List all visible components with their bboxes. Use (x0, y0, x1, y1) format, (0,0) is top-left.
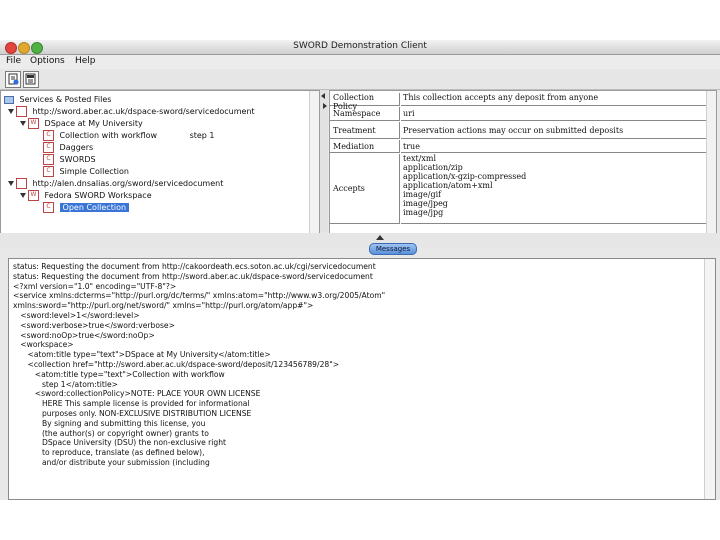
tree-collection-note: step 1 (189, 131, 215, 140)
tree-service-1-label: http://sword.aber.ac.uk/dspace-sword/ser… (32, 107, 255, 116)
menu-help[interactable]: Help (75, 56, 96, 66)
tree-root[interactable]: Services & Posted Files (4, 94, 111, 105)
menu-options[interactable]: Options (30, 56, 65, 66)
collection-properties-table: Collection Policy This collection accept… (329, 90, 717, 234)
tree-collection-label: Open Collection (59, 203, 130, 212)
messages-pane: status: Requesting the document from htt… (8, 258, 716, 500)
table-scrollbar[interactable] (706, 91, 716, 233)
expand-arrow-icon[interactable] (20, 121, 26, 126)
message-line: By signing and submitting this license, … (13, 418, 206, 428)
collection-icon: C (43, 202, 54, 213)
message-line: step 1</atom:title> (13, 379, 118, 389)
toolbar (0, 69, 720, 90)
message-line: <atom:title type="text">DSpace at My Uni… (13, 350, 271, 360)
collection-icon: C (43, 130, 54, 141)
tree-service-2[interactable]: http://alen.dnsalias.org/sword/servicedo… (16, 178, 223, 189)
post-button[interactable] (23, 71, 39, 88)
tree-workspace-1[interactable]: W DSpace at My University (28, 118, 143, 129)
workspace-icon: W (28, 118, 39, 129)
property-key: Mediation (330, 140, 400, 153)
property-value: Preservation actions may occur on submit… (401, 122, 714, 139)
property-key: Namespace (330, 107, 400, 121)
message-line: HERE This sample license is provided for… (13, 399, 250, 409)
property-value: uri (401, 107, 714, 121)
message-line: and/or distribute your submission (inclu… (13, 458, 210, 467)
splitter-arrows-icon (321, 93, 327, 109)
collection-icon: C (43, 142, 54, 153)
tree-workspace-1-label: DSpace at My University (44, 119, 143, 128)
message-line: xmlns:sword="http://purl.org/net/sword/"… (13, 301, 314, 311)
tree-collection-label: SWORDS (59, 155, 96, 164)
collection-icon: C (43, 154, 54, 165)
service-document-icon (16, 106, 27, 117)
message-line: status: Requesting the document from htt… (13, 271, 373, 281)
property-value: text/xml application/zip application/x-g… (401, 154, 714, 224)
expand-arrow-icon[interactable] (8, 109, 14, 114)
message-line: <workspace> (13, 340, 74, 350)
horizontal-splitter[interactable] (0, 233, 720, 247)
document-list-icon (25, 73, 36, 85)
message-line: (the author(s) or copyright owner) grant… (13, 428, 209, 438)
expand-arrow-icon[interactable] (20, 193, 26, 198)
property-value: This collection accepts any deposit from… (401, 93, 714, 106)
message-line: <sword:collectionPolicy>NOTE: PLACE YOUR… (13, 389, 261, 399)
message-line: <sword:level>1</sword:level> (13, 311, 140, 320)
message-line: <collection href="http://sword.aber.ac.u… (13, 360, 340, 369)
tree-collection[interactable]: C SWORDS (43, 154, 96, 165)
message-line: status: Requesting the document from htt… (13, 262, 376, 271)
tree-workspace-2-label: Fedora SWORD Workspace (44, 191, 152, 200)
message-line: <atom:title type="text">Collection with … (13, 369, 225, 379)
message-line: <sword:noOp>true</sword:noOp> (13, 330, 155, 340)
tree-collection[interactable]: C Daggers (43, 142, 93, 153)
tree-collection-label: Collection with workflow (59, 131, 158, 140)
menu-bar: File Options Help (0, 55, 720, 69)
service-document-icon (16, 178, 27, 189)
services-tree: Services & Posted Files http://sword.abe… (0, 90, 320, 234)
collapse-arrow-icon (376, 235, 384, 240)
message-line: DSpace University (DSU) the non-exclusiv… (13, 438, 227, 448)
expand-arrow-icon[interactable] (8, 181, 14, 186)
property-key: Collection Policy (330, 93, 400, 111)
title-bar: SWORD Demonstration Client (0, 40, 720, 55)
folder-icon (4, 95, 14, 104)
property-value: true (401, 140, 714, 153)
message-line: <service xmlns:dcterms="http://purl.org/… (13, 291, 386, 301)
tree-collection[interactable]: C Simple Collection (43, 166, 129, 177)
tree-collection-selected[interactable]: C Open Collection (43, 202, 130, 213)
tree-collection-label: Daggers (59, 143, 94, 152)
message-line: <?xml version="1.0" encoding="UTF-8"?> (13, 281, 177, 291)
app-window: SWORD Demonstration Client File Options … (0, 40, 720, 500)
workspace-icon: W (28, 190, 39, 201)
tree-collection-label: Simple Collection (59, 167, 129, 176)
message-line: purposes only. NON-EXCLUSIVE DISTRIBUTIO… (13, 409, 252, 418)
add-service-button[interactable] (5, 71, 21, 88)
message-line: <sword:verbose>true</sword:verbose> (13, 320, 175, 330)
message-line: to reproduce, translate (as defined belo… (13, 448, 205, 458)
collection-icon: C (43, 166, 54, 177)
tree-service-2-label: http://alen.dnsalias.org/sword/servicedo… (32, 179, 224, 188)
messages-button[interactable]: Messages (369, 243, 417, 255)
vertical-splitter[interactable] (320, 90, 328, 232)
window-title: SWORD Demonstration Client (293, 41, 427, 51)
tree-workspace-2[interactable]: W Fedora SWORD Workspace (28, 190, 152, 201)
tree-root-label: Services & Posted Files (19, 95, 112, 104)
tree-service-1[interactable]: http://sword.aber.ac.uk/dspace-sword/ser… (16, 106, 255, 117)
tree-collection[interactable]: C Collection with workflow step 1 (43, 130, 215, 141)
property-key: Treatment (330, 122, 400, 139)
document-add-icon (8, 73, 19, 85)
menu-file[interactable]: File (6, 56, 21, 66)
tree-scrollbar[interactable] (309, 91, 319, 233)
messages-scrollbar[interactable] (704, 259, 715, 499)
property-key: Accepts (330, 154, 400, 224)
